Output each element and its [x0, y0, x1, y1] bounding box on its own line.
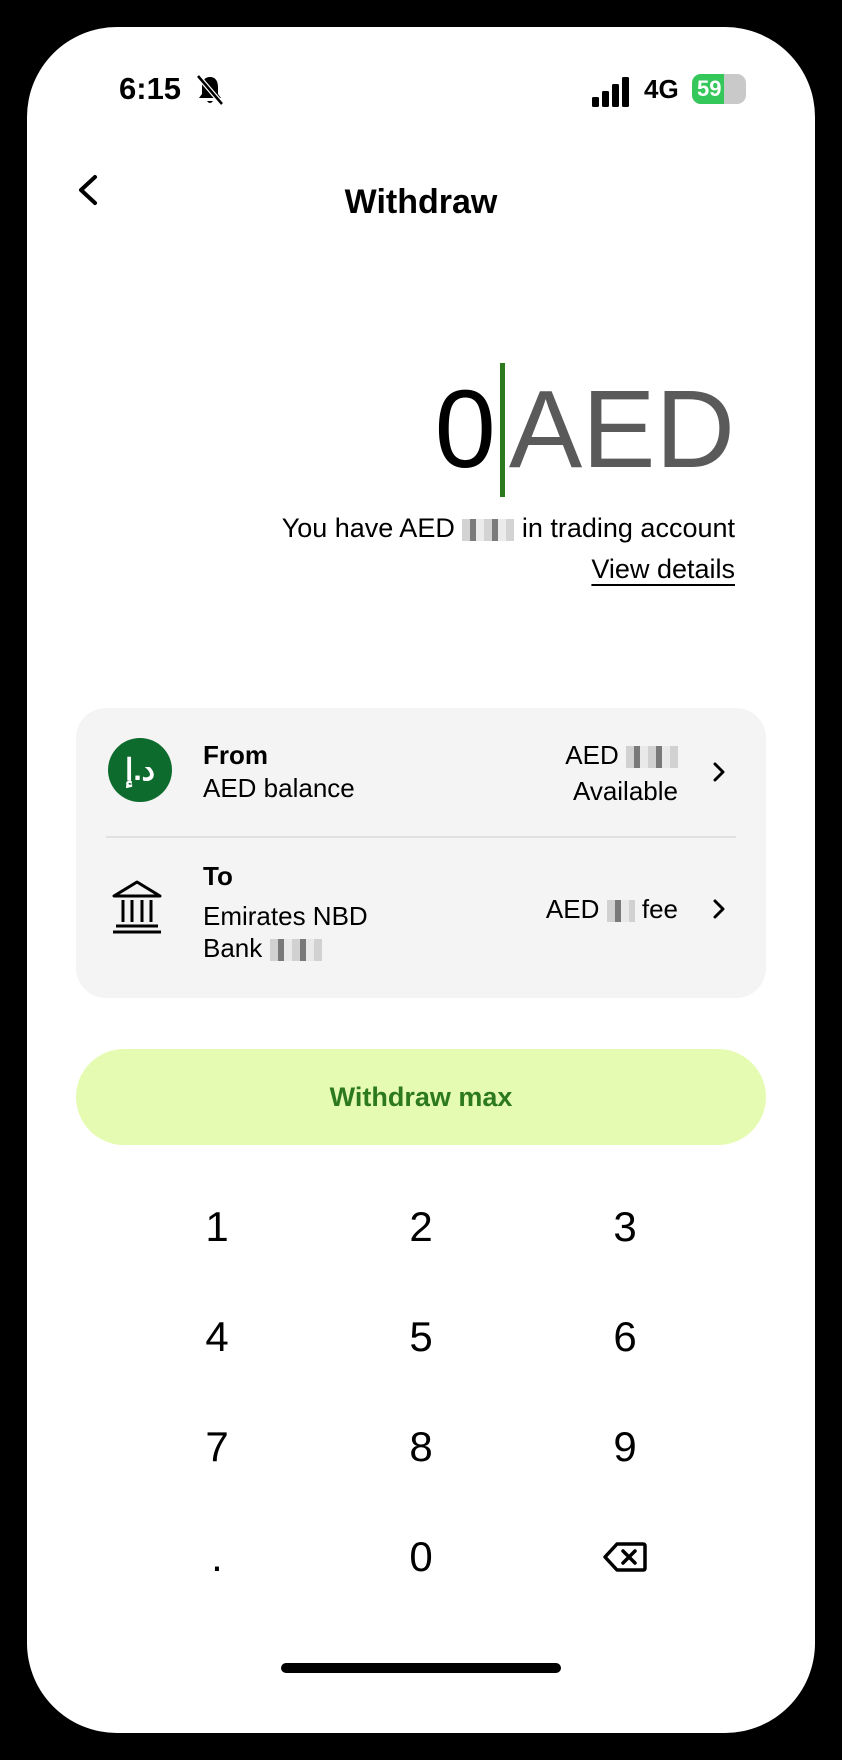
bell-muted-icon: [196, 74, 224, 106]
key-5[interactable]: 5: [331, 1287, 511, 1387]
from-label: From: [203, 740, 268, 770]
status-bar: 6:15 4G 59: [27, 27, 815, 137]
key-0[interactable]: 0: [331, 1507, 511, 1607]
withdraw-max-button[interactable]: Withdraw max: [76, 1049, 766, 1145]
to-account-row[interactable]: To Emirates NBD Bank AED fee: [76, 836, 766, 998]
text-caret: [499, 363, 505, 497]
redacted-account-number: [269, 939, 322, 962]
balance-suffix: in trading account: [521, 513, 735, 543]
key-backspace[interactable]: [535, 1507, 715, 1607]
network-type: 4G: [644, 74, 679, 104]
available-amount-prefix: AED: [565, 740, 619, 770]
transfer-fee: AED fee: [546, 894, 678, 925]
amount-display[interactable]: 0 AED: [434, 363, 735, 497]
key-3[interactable]: 3: [535, 1177, 715, 1277]
page-title: Withdraw: [344, 183, 498, 221]
redacted-amount: [626, 746, 678, 769]
available-caption: Available: [572, 776, 678, 806]
home-indicator[interactable]: [281, 1663, 561, 1673]
status-time: 6:15: [119, 71, 182, 106]
amount-value: 0: [434, 368, 496, 491]
key-8[interactable]: 8: [331, 1397, 511, 1497]
trading-balance-text: You have AED in trading account: [282, 513, 735, 544]
fee-suffix: fee: [641, 894, 678, 924]
key-7[interactable]: 7: [127, 1397, 307, 1497]
transfer-card: د.إ From AED balance AED Available To Em…: [76, 708, 766, 998]
key-1[interactable]: 1: [127, 1177, 307, 1277]
cellular-signal-icon: [592, 77, 629, 107]
redacted-amount: [462, 518, 515, 541]
chevron-right-icon: [713, 899, 725, 919]
bank-name-line1: Emirates NBD: [203, 901, 368, 931]
key-decimal[interactable]: .: [127, 1507, 307, 1607]
aed-currency-icon: د.إ: [108, 738, 172, 802]
battery-level: 59: [697, 76, 722, 101]
from-account-row[interactable]: د.إ From AED balance AED Available: [76, 708, 766, 836]
device-frame: 6:15 4G 59 Withdraw 0 AED You have AED i…: [0, 0, 842, 1760]
battery-icon: 59: [692, 74, 746, 104]
to-label: To: [203, 861, 233, 891]
backspace-icon: [603, 1542, 647, 1572]
key-4[interactable]: 4: [127, 1287, 307, 1387]
chevron-right-icon: [713, 762, 725, 782]
available-amount: AED: [565, 740, 678, 771]
key-2[interactable]: 2: [331, 1177, 511, 1277]
bank-name-line2-text: Bank: [203, 933, 263, 963]
redacted-fee: [606, 900, 635, 923]
balance-prefix: You have AED: [281, 513, 455, 543]
bank-name-line2: Bank: [203, 932, 322, 964]
screen: 6:15 4G 59 Withdraw 0 AED You have AED i…: [27, 27, 815, 1733]
from-account-name: AED balance: [203, 773, 355, 803]
key-6[interactable]: 6: [535, 1287, 715, 1387]
view-details-link[interactable]: View details: [591, 554, 735, 585]
fee-prefix: AED: [545, 894, 600, 924]
amount-currency: AED: [508, 368, 735, 491]
key-9[interactable]: 9: [535, 1397, 715, 1497]
bank-icon: [112, 880, 162, 934]
